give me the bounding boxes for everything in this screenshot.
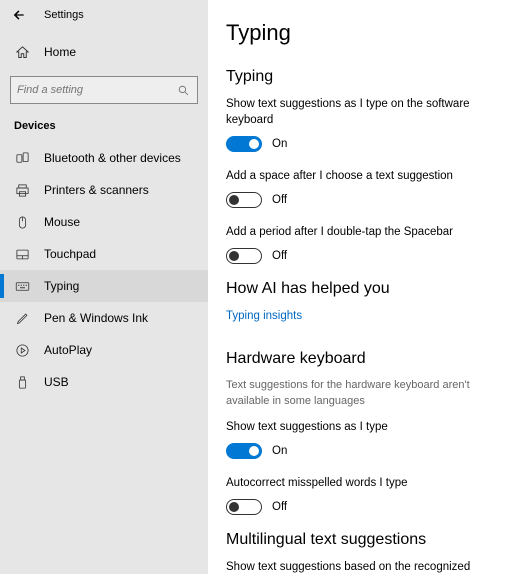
nav: Bluetooth & other devices Printers & sca… [0,142,208,398]
sidebar-item-pen[interactable]: Pen & Windows Ink [0,302,208,334]
setting-label: Add a period after I double-tap the Spac… [226,224,508,240]
toggle-hw-autocorrect[interactable] [226,499,262,515]
group-heading-hardware: Hardware keyboard [226,350,508,368]
nav-label: Pen & Windows Ink [44,311,148,325]
toggle-state: On [272,445,287,457]
sidebar-item-usb[interactable]: USB [0,366,208,398]
keyboard-icon [14,278,30,294]
bluetooth-devices-icon [14,150,30,166]
search-input[interactable] [17,84,175,96]
setting-add-space: Add a space after I choose a text sugges… [226,168,508,208]
toggle-knob [229,502,239,512]
section-header-devices: Devices [0,116,208,142]
back-icon[interactable] [12,8,26,22]
group-heading-ai: How AI has helped you [226,280,508,298]
toggle-state: Off [272,250,287,262]
toggle-knob [229,251,239,261]
search-wrap [0,76,208,116]
main-content: Typing Typing Show text suggestions as I… [208,0,520,574]
toggle-knob [249,446,259,456]
setting-add-period: Add a period after I double-tap the Spac… [226,224,508,264]
sidebar-item-touchpad[interactable]: Touchpad [0,238,208,270]
setting-hw-suggestions: Show text suggestions as I type On [226,419,508,459]
toggle-state: On [272,138,287,150]
usb-icon [14,374,30,390]
toggle-state: Off [272,194,287,206]
nav-label: AutoPlay [44,343,92,357]
nav-label: Mouse [44,215,80,229]
nav-label: USB [44,375,69,389]
group-heading-multilingual: Multilingual text suggestions [226,531,508,549]
setting-label: Add a space after I choose a text sugges… [226,168,508,184]
sidebar: Settings Home Devices Bluetooth & other … [0,0,208,574]
sidebar-item-home[interactable]: Home [0,36,208,68]
typing-insights-link[interactable]: Typing insights [226,310,302,322]
toggle-knob [249,139,259,149]
setting-multilingual: Show text suggestions based on the recog… [226,559,508,574]
sidebar-item-typing[interactable]: Typing [0,270,208,302]
mouse-icon [14,214,30,230]
toggle-knob [229,195,239,205]
search-box[interactable] [10,76,198,104]
toggle-add-space[interactable] [226,192,262,208]
autoplay-icon [14,342,30,358]
setting-label: Show text suggestions based on the recog… [226,559,508,574]
nav-label: Touchpad [44,247,96,261]
home-label: Home [44,45,76,59]
sidebar-item-autoplay[interactable]: AutoPlay [0,334,208,366]
setting-label: Show text suggestions as I type [226,419,508,435]
search-icon [175,82,191,98]
setting-label: Show text suggestions as I type on the s… [226,96,508,128]
toggle-add-period[interactable] [226,248,262,264]
topbar: Settings [0,6,208,30]
sidebar-item-printers[interactable]: Printers & scanners [0,174,208,206]
printer-icon [14,182,30,198]
nav-label: Printers & scanners [44,183,149,197]
group-subtext-hardware: Text suggestions for the hardware keyboa… [226,378,508,409]
toggle-hw-suggestions[interactable] [226,443,262,459]
group-heading-typing: Typing [226,68,508,86]
nav-label: Typing [44,279,79,293]
settings-label: Settings [44,9,84,21]
sidebar-item-bluetooth[interactable]: Bluetooth & other devices [0,142,208,174]
nav-label: Bluetooth & other devices [44,151,181,165]
setting-show-suggestions-software: Show text suggestions as I type on the s… [226,96,508,152]
page-title: Typing [226,20,508,46]
sidebar-item-mouse[interactable]: Mouse [0,206,208,238]
home-icon [14,44,30,60]
toggle-show-suggestions-software[interactable] [226,136,262,152]
toggle-state: Off [272,501,287,513]
touchpad-icon [14,246,30,262]
setting-hw-autocorrect: Autocorrect misspelled words I type Off [226,475,508,515]
setting-label: Autocorrect misspelled words I type [226,475,508,491]
pen-icon [14,310,30,326]
